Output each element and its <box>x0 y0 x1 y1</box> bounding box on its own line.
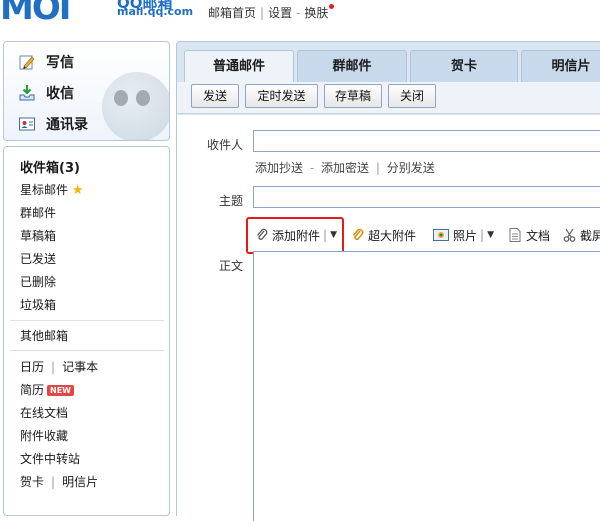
photo-label: 照片 <box>453 228 478 243</box>
document-label: 文档 <box>526 228 551 243</box>
write-mail-button[interactable]: 写信 <box>18 51 74 73</box>
paperclip-large-icon <box>351 228 365 242</box>
screenshot-label: 截屏 <box>580 228 600 243</box>
card-postcard-row: 贺卡 | 明信片 <box>20 473 98 490</box>
large-attachment-button[interactable]: 超大附件 <box>351 226 416 244</box>
inbox-download-icon <box>18 84 36 102</box>
subject-label: 主题 <box>219 194 244 208</box>
online-docs-link[interactable]: 在线文档 <box>20 404 68 421</box>
recipient-options: 添加抄送 - 添加密送 | 分别发送 <box>255 159 435 176</box>
document-button[interactable]: 文档 <box>509 226 550 244</box>
separator: | <box>323 228 328 242</box>
send-button[interactable]: 发送 <box>191 84 239 108</box>
separator: | <box>51 475 56 489</box>
add-bcc-link[interactable]: 添加密送 <box>321 161 369 175</box>
folder-deleted[interactable]: 已删除 <box>20 273 56 290</box>
file-transfer-link[interactable]: 文件中转站 <box>20 450 80 467</box>
scheduled-send-button[interactable]: 定时发送 <box>245 84 318 108</box>
qq-mail-logo[interactable]: MOI QQ邮箱 mail.qq.com <box>0 0 195 28</box>
star-icon: ★ <box>71 183 84 198</box>
folder-drafts[interactable]: 草稿箱 <box>20 227 56 244</box>
paperclip-icon <box>255 228 269 242</box>
body-label: 正文 <box>219 259 244 273</box>
add-attachment-button[interactable]: 添加附件 | ▼ <box>255 226 337 244</box>
compose-form: 收件人 添加抄送 - 添加密送 | 分别发送 主题 添加附件 |▼ 超大附件 <box>177 115 600 521</box>
top-links: 邮箱首页 | 设置 - 换肤 <box>208 4 335 21</box>
tab-group-mail[interactable]: 群邮件 <box>297 50 407 82</box>
scissors-icon <box>563 228 578 242</box>
separator: - <box>296 6 301 20</box>
separate-send-link[interactable]: 分别发送 <box>387 161 435 175</box>
new-badge: NEW <box>47 385 74 396</box>
compose-panel: 普通邮件 群邮件 贺卡 明信片 发送 定时发送 存草稿 关闭 收件人 添加抄送 … <box>176 41 600 521</box>
logo-mark: MOI <box>0 0 71 28</box>
document-icon <box>509 228 521 242</box>
folder-starred-label: 星标邮件 <box>20 183 69 197</box>
receive-mail-label: 收信 <box>46 86 74 102</box>
photo-icon <box>433 228 449 242</box>
folder-group[interactable]: 群邮件 <box>20 204 56 221</box>
attachment-toolbar: 添加附件 | ▼ 超大附件 照片 | ▼ 文档 截屏 <box>246 217 600 254</box>
contacts-button[interactable]: 通讯录 <box>18 113 88 135</box>
quick-actions-panel: 写信 收信 通讯录 <box>3 41 170 141</box>
separator: | <box>51 360 56 374</box>
tab-greeting-card[interactable]: 贺卡 <box>410 50 518 82</box>
folder-spam[interactable]: 垃圾箱 <box>20 296 56 313</box>
notes-link[interactable]: 记事本 <box>62 360 98 374</box>
attachment-collection-link[interactable]: 附件收藏 <box>20 427 68 444</box>
tab-normal-mail[interactable]: 普通邮件 <box>184 50 294 84</box>
mailbox-home-link[interactable]: 邮箱首页 <box>208 6 256 20</box>
separator: | <box>260 6 265 20</box>
calendar-notes-row: 日历 | 记事本 <box>20 358 98 375</box>
change-skin-link[interactable]: 换肤 <box>304 6 328 20</box>
other-mailbox-link[interactable]: 其他邮箱 <box>20 327 68 344</box>
divider <box>10 320 164 321</box>
contacts-icon <box>18 115 36 133</box>
separator: | <box>375 161 380 175</box>
photo-button[interactable]: 照片 | ▼ <box>433 226 494 244</box>
folder-inbox[interactable]: 收件箱(3) <box>20 157 80 176</box>
logo-domain: mail.qq.com <box>117 5 194 18</box>
dropdown-arrow-icon[interactable]: ▼ <box>487 230 494 240</box>
folder-panel: 收件箱(3) 星标邮件 ★ 群邮件 草稿箱 已发送 已删除 垃圾箱 其他邮箱 日… <box>3 146 170 516</box>
dropdown-arrow-icon[interactable]: ▼ <box>330 230 337 240</box>
resume-link[interactable]: 简历 NEW <box>20 381 74 398</box>
write-mail-label: 写信 <box>46 55 74 71</box>
pencil-icon <box>18 53 36 71</box>
tab-postcard[interactable]: 明信片 <box>521 50 600 82</box>
resume-label: 简历 <box>20 383 45 397</box>
receive-mail-button[interactable]: 收信 <box>18 82 74 104</box>
contacts-label: 通讯录 <box>46 117 88 133</box>
postcard-link[interactable]: 明信片 <box>62 475 98 489</box>
subject-input[interactable] <box>253 186 600 208</box>
notification-dot-icon <box>329 4 335 9</box>
greeting-card-link[interactable]: 贺卡 <box>20 475 44 489</box>
large-attachment-label: 超大附件 <box>368 228 417 243</box>
separator: | <box>480 228 485 242</box>
add-cc-link[interactable]: 添加抄送 <box>255 161 303 175</box>
folder-starred[interactable]: 星标邮件 ★ <box>20 181 84 198</box>
calendar-link[interactable]: 日历 <box>20 360 44 374</box>
qq-penguin-watermark-icon <box>102 72 169 140</box>
save-draft-button[interactable]: 存草稿 <box>324 84 382 108</box>
settings-link[interactable]: 设置 <box>268 6 292 20</box>
recipient-input[interactable] <box>253 130 600 152</box>
folder-sent[interactable]: 已发送 <box>20 250 56 267</box>
add-attachment-label: 添加附件 <box>272 228 321 243</box>
separator: - <box>309 161 315 175</box>
compose-toolbar: 发送 定时发送 存草稿 关闭 <box>177 82 600 114</box>
close-button[interactable]: 关闭 <box>388 84 436 108</box>
body-editor[interactable] <box>253 251 600 521</box>
divider <box>10 350 164 351</box>
screenshot-button[interactable]: 截屏 <box>563 226 600 244</box>
recipient-label: 收件人 <box>207 138 244 152</box>
